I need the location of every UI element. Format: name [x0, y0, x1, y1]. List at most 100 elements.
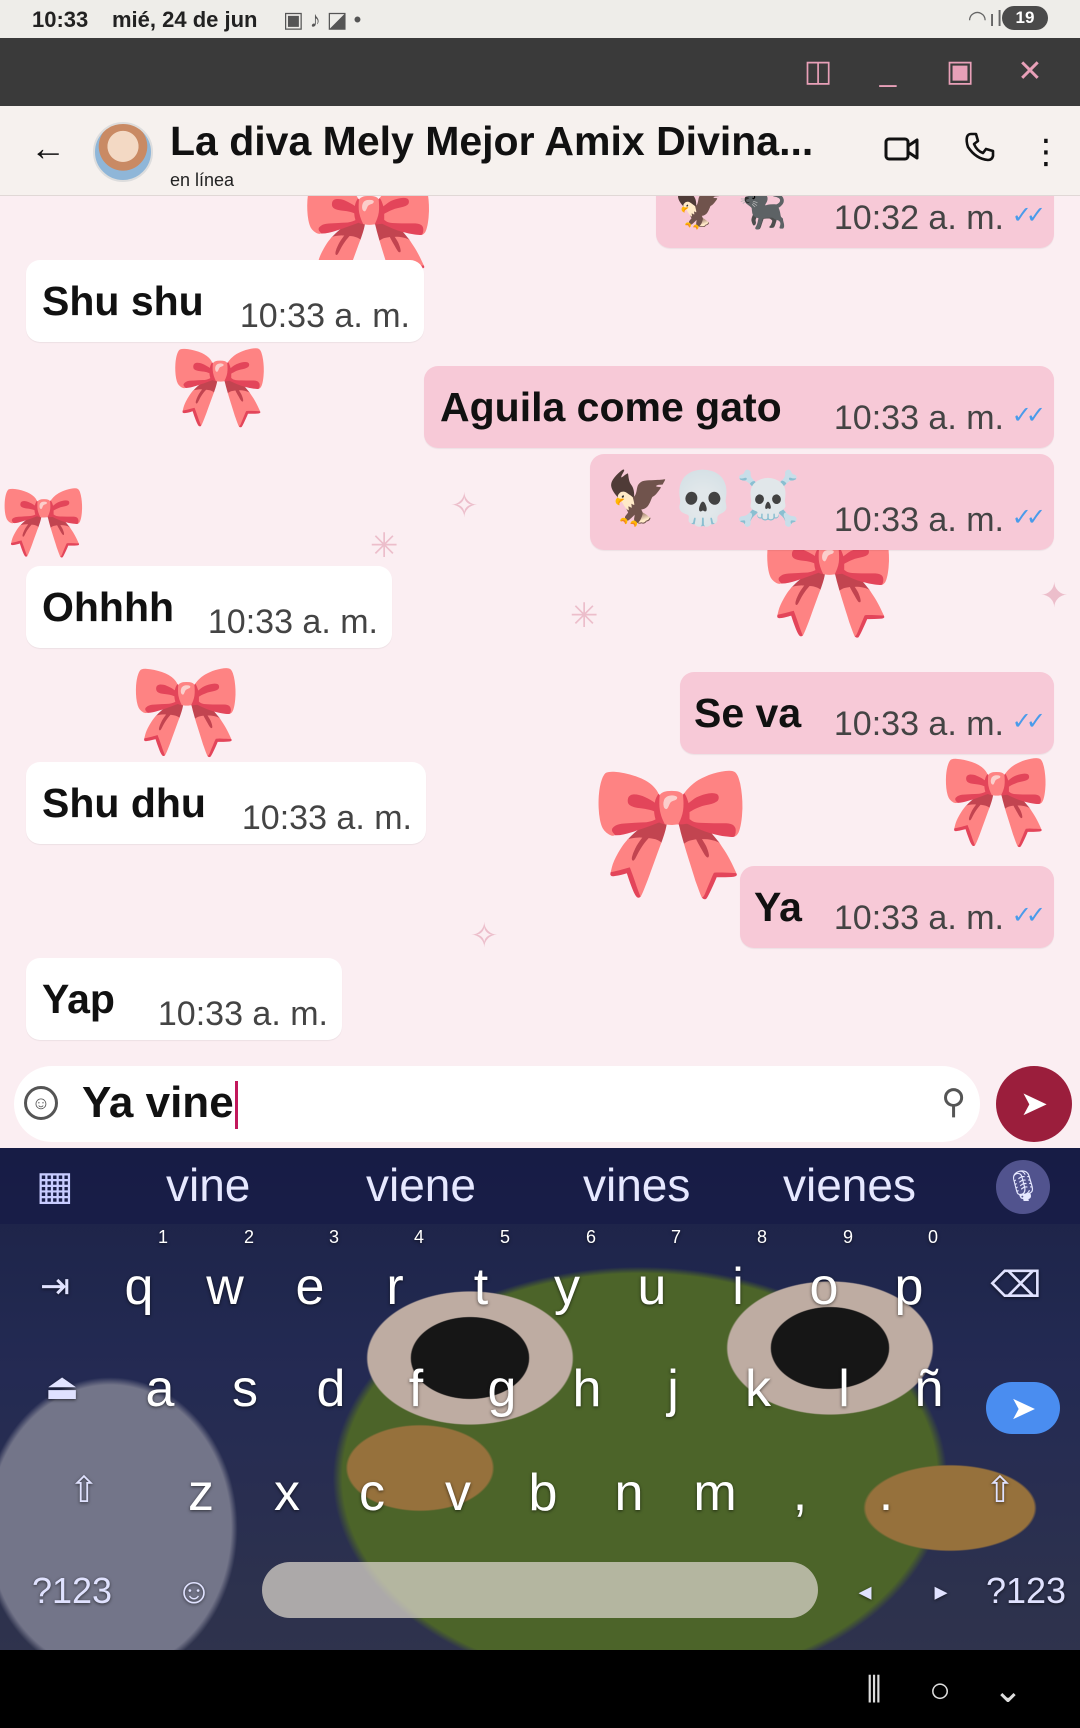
key-k[interactable]: k: [723, 1344, 793, 1434]
message-text: Shu dhu: [42, 780, 206, 826]
read-receipt-icon: ✓✓: [1011, 504, 1046, 531]
minimize-icon[interactable]: _: [870, 54, 906, 90]
key-q[interactable]: q1: [104, 1228, 174, 1332]
back-arrow-icon[interactable]: ←: [30, 128, 70, 168]
incoming-message[interactable]: Yap 10:33 a. m.: [26, 958, 342, 1040]
message-time: 10:33 a. m.: [833, 899, 1004, 937]
sticker-icon[interactable]: ☺: [24, 1086, 58, 1120]
key-p[interactable]: p0: [874, 1228, 944, 1332]
key-z[interactable]: z: [166, 1448, 236, 1538]
key-comma[interactable]: ,: [765, 1448, 835, 1538]
text-cursor: [234, 1081, 238, 1130]
space-bar[interactable]: [262, 1562, 818, 1618]
message-time: 10:32 a. m.: [833, 199, 1004, 237]
key-f[interactable]: f: [381, 1344, 451, 1434]
key-o[interactable]: o9: [789, 1228, 859, 1332]
cursor-right-icon[interactable]: ▸: [926, 1568, 956, 1614]
status-time: 10:33: [32, 7, 89, 32]
key-i[interactable]: i8: [703, 1228, 773, 1332]
read-receipt-icon: ✓✓: [1011, 708, 1046, 735]
keyboard-menu-icon[interactable]: ▦: [36, 1166, 76, 1206]
key-b[interactable]: b: [508, 1448, 578, 1538]
cursor-left-icon[interactable]: ◂: [850, 1568, 880, 1614]
key-d[interactable]: d: [296, 1344, 366, 1434]
bow-decoration-icon: 🎀: [0, 482, 88, 560]
key-g[interactable]: g: [467, 1344, 537, 1434]
message-input[interactable]: Ya vine: [82, 1078, 238, 1130]
message-input-field[interactable]: ☺ Ya vine ⚲: [14, 1066, 980, 1142]
contact-avatar[interactable]: [93, 122, 153, 182]
window-titlebar: ◫ _ ▣ ✕: [0, 38, 1080, 106]
suggestion-2[interactable]: viene: [366, 1158, 476, 1212]
outgoing-message[interactable]: 🦅💀☠️ 10:33 a. m. ✓✓: [590, 454, 1054, 550]
outgoing-message[interactable]: 🦅 🐈‍⬛ 10:32 a. m. ✓✓: [656, 196, 1054, 248]
message-text: Ohhhh: [42, 584, 175, 630]
key-n-tilde[interactable]: ñ: [894, 1344, 964, 1434]
incoming-message[interactable]: Shu dhu 10:33 a. m.: [26, 762, 426, 844]
contact-name[interactable]: La diva Mely Mejor Amix Divina...: [170, 118, 860, 165]
notification-icons: ▣♪◪•: [283, 7, 368, 32]
sparkle-icon: ✳: [570, 597, 599, 635]
incoming-message[interactable]: Shu shu 10:33 a. m.: [26, 260, 424, 342]
key-v[interactable]: v: [423, 1448, 493, 1538]
tab-key-icon[interactable]: ⇥: [30, 1256, 80, 1316]
shift-left-icon[interactable]: ⇧: [58, 1464, 110, 1516]
recent-apps-icon[interactable]: ⦀: [852, 1668, 896, 1712]
backspace-icon[interactable]: ⌫: [986, 1260, 1046, 1310]
key-s[interactable]: s: [210, 1344, 280, 1434]
voice-call-icon[interactable]: [958, 130, 1002, 174]
key-a[interactable]: a: [125, 1344, 195, 1434]
outgoing-message[interactable]: Ya 10:33 a. m. ✓✓: [740, 866, 1054, 948]
outgoing-message[interactable]: Se va 10:33 a. m. ✓✓: [680, 672, 1054, 754]
split-view-icon[interactable]: ◫: [800, 54, 836, 90]
key-period[interactable]: .: [851, 1448, 921, 1538]
message-text: Ya: [754, 884, 802, 930]
shift-right-icon[interactable]: ⇧: [974, 1464, 1026, 1516]
key-r[interactable]: r4: [360, 1228, 430, 1332]
key-m[interactable]: m: [680, 1448, 750, 1538]
bow-decoration-icon: 🎀: [130, 661, 243, 761]
symbols-key-right[interactable]: ?123: [980, 1566, 1072, 1616]
bow-decoration-icon: 🎀: [590, 758, 752, 904]
emoji-icon[interactable]: ☺: [168, 1566, 220, 1616]
key-t[interactable]: t5: [446, 1228, 516, 1332]
sparkle-icon: ✳: [370, 527, 399, 565]
more-options-icon[interactable]: ⋮: [1024, 130, 1068, 174]
message-time: 10:33 a. m.: [239, 297, 410, 335]
microphone-icon[interactable]: 🎙: [996, 1160, 1050, 1214]
key-x[interactable]: x: [252, 1448, 322, 1538]
key-c[interactable]: c: [337, 1448, 407, 1538]
key-l[interactable]: l: [809, 1344, 879, 1434]
key-e[interactable]: e3: [275, 1228, 345, 1332]
chat-area[interactable]: 🎀 🎀 🎀 🎀 🎀 🎀 🎀 ✧ ✳ ✳ ✧ ✳ ✦ 🦅 🐈‍⬛ 10:32 a.…: [0, 196, 1080, 1066]
pop-up-view-icon[interactable]: ▣: [942, 54, 978, 90]
message-time: 10:33 a. m.: [241, 799, 412, 837]
home-icon[interactable]: ○: [918, 1668, 962, 1712]
suggestion-1[interactable]: vine: [166, 1158, 250, 1212]
collapse-keyboard-icon[interactable]: ⏏: [40, 1362, 84, 1412]
hide-keyboard-chevron-icon[interactable]: ⌄: [986, 1668, 1030, 1712]
outgoing-message[interactable]: Aguila come gato 10:33 a. m. ✓✓: [424, 366, 1054, 448]
key-n[interactable]: n: [594, 1448, 664, 1538]
incoming-message[interactable]: Ohhhh 10:33 a. m.: [26, 566, 392, 648]
key-y[interactable]: y6: [532, 1228, 602, 1332]
close-window-icon[interactable]: ✕: [1012, 54, 1048, 90]
key-w[interactable]: w2: [190, 1228, 260, 1332]
suggestion-4[interactable]: vienes: [783, 1158, 916, 1212]
key-u[interactable]: u7: [617, 1228, 687, 1332]
attach-icon[interactable]: ⚲: [941, 1082, 966, 1122]
symbols-key-left[interactable]: ?123: [22, 1566, 122, 1616]
send-button[interactable]: ➤: [996, 1066, 1072, 1142]
message-composer: ☺ Ya vine ⚲ ➤: [0, 1066, 1080, 1148]
key-j[interactable]: j: [638, 1344, 708, 1434]
message-text: Aguila come gato: [440, 384, 782, 430]
send-arrow-icon: ➤: [1009, 1390, 1037, 1426]
message-time: 10:33 a. m.: [157, 995, 328, 1033]
key-h[interactable]: h: [552, 1344, 622, 1434]
video-call-icon[interactable]: [880, 130, 924, 174]
message-time: 10:33 a. m.: [207, 603, 378, 641]
suggestion-3[interactable]: vines: [583, 1158, 690, 1212]
message-text: Se va: [694, 690, 802, 736]
enter-key[interactable]: ➤: [986, 1382, 1060, 1434]
message-time: 10:33 a. m.: [833, 705, 1004, 743]
